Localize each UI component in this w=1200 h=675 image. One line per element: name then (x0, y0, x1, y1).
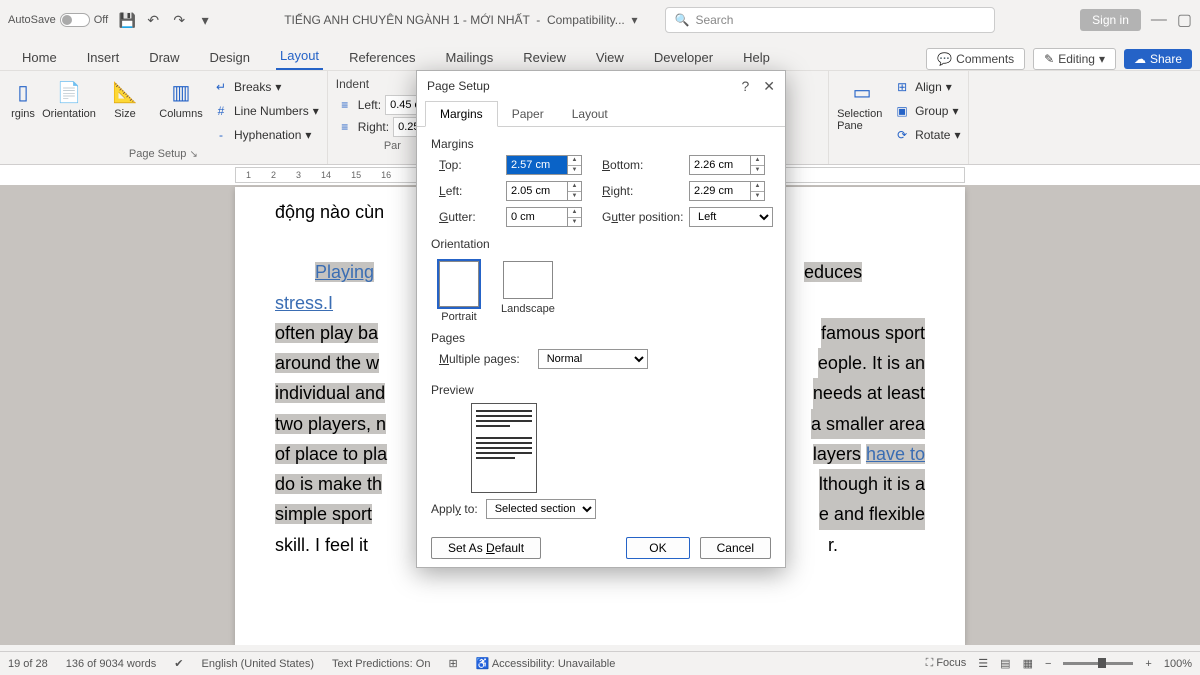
bottom-label: Bottom: (602, 158, 677, 172)
print-layout-icon[interactable]: ▤ (1000, 657, 1010, 670)
zoom-slider[interactable] (1063, 662, 1133, 665)
apply-to-select[interactable]: Selected sections (486, 499, 596, 519)
close-icon[interactable]: ✕ (763, 78, 775, 95)
orientation-button[interactable]: 📄Orientation (44, 74, 94, 120)
focus-button[interactable]: ⛶ Focus (926, 657, 967, 670)
selection-pane-button[interactable]: ▭Selection Pane (837, 74, 887, 132)
tab-review[interactable]: Review (519, 45, 570, 70)
gutter-input[interactable] (506, 207, 568, 227)
tab-insert[interactable]: Insert (83, 45, 124, 70)
zoom-in-icon[interactable]: + (1145, 658, 1151, 670)
rotate-button[interactable]: ⟳Rotate ▾ (893, 124, 960, 146)
multiple-pages-label: Multiple pages: (439, 352, 520, 366)
portrait-option[interactable]: Portrait (435, 257, 483, 327)
margin-right-input[interactable] (689, 181, 751, 201)
size-button[interactable]: 📐Size (100, 74, 150, 120)
search-input[interactable]: 🔍 Search (665, 7, 995, 33)
status-words[interactable]: 136 of 9034 words (66, 658, 157, 670)
group-page-setup: Page Setup ↘ (8, 146, 319, 162)
autosave-toggle[interactable]: AutoSave Off (8, 13, 108, 27)
top-label: Top: (439, 158, 494, 172)
dialog-tab-margins[interactable]: Margins (425, 101, 498, 127)
group-button[interactable]: ▣Group ▾ (893, 100, 960, 122)
ok-button[interactable]: OK (626, 537, 689, 559)
tab-mailings[interactable]: Mailings (442, 45, 498, 70)
line-numbers-button[interactable]: #Line Numbers ▾ (212, 100, 319, 122)
gutter-position-select[interactable]: Left (689, 207, 773, 227)
save-icon[interactable]: 💾 (116, 9, 138, 31)
spelling-icon[interactable]: ✔ (174, 657, 183, 670)
web-layout-icon[interactable]: ▦ (1023, 657, 1033, 670)
search-icon: 🔍 (674, 13, 689, 27)
tab-references[interactable]: References (345, 45, 419, 70)
gutter-label: Gutter: (439, 210, 494, 224)
apply-to-label: Apply to: (431, 502, 478, 516)
status-page[interactable]: 19 of 28 (8, 658, 48, 670)
status-predictions[interactable]: Text Predictions: On (332, 658, 430, 670)
preview-icon (471, 403, 537, 493)
zoom-out-icon[interactable]: − (1045, 658, 1051, 670)
status-display[interactable]: ⊞ (448, 657, 457, 670)
page-setup-dialog: Page Setup ? ✕ Margins Paper Layout Marg… (416, 70, 786, 568)
orientation-section: Orientation (431, 237, 771, 251)
share-button[interactable]: ☁ Share (1124, 49, 1192, 69)
hyphenation-button[interactable]: -Hyphenation ▾ (212, 124, 319, 146)
dialog-tab-layout[interactable]: Layout (558, 102, 622, 126)
tab-help[interactable]: Help (739, 45, 774, 70)
right-label: Right: (602, 184, 677, 198)
document-title: TIẾNG ANH CHUYÊN NGÀNH 1 - MỚI NHẤT - Co… (284, 13, 637, 27)
margin-bottom-input[interactable] (689, 155, 751, 175)
redo-icon[interactable]: ↷ (168, 9, 190, 31)
set-as-default-button[interactable]: Set As Default (431, 537, 541, 559)
left-label: Left: (439, 184, 494, 198)
read-mode-icon[interactable]: ☰ (978, 657, 988, 670)
editing-button[interactable]: ✎ Editing ▾ (1033, 48, 1116, 70)
preview-section: Preview (431, 383, 771, 397)
tab-draw[interactable]: Draw (145, 45, 183, 70)
indent-left-icon: ≡ (336, 96, 354, 114)
tab-view[interactable]: View (592, 45, 628, 70)
undo-icon[interactable]: ↶ (142, 9, 164, 31)
margins-button[interactable]: ▯rgins (8, 74, 38, 120)
multiple-pages-select[interactable]: Normal (538, 349, 648, 369)
dialog-title: Page Setup (427, 79, 490, 93)
dialog-tab-paper[interactable]: Paper (498, 102, 558, 126)
margins-section: Margins (431, 137, 771, 151)
tab-design[interactable]: Design (206, 45, 254, 70)
margin-left-input[interactable] (506, 181, 568, 201)
landscape-option[interactable]: Landscape (497, 257, 559, 327)
tab-home[interactable]: Home (18, 45, 61, 70)
tab-layout[interactable]: Layout (276, 43, 323, 70)
signin-button[interactable]: Sign in (1080, 9, 1141, 31)
help-icon[interactable]: ? (741, 78, 749, 95)
pages-section: Pages (431, 331, 771, 345)
cancel-button[interactable]: Cancel (700, 537, 771, 559)
zoom-level[interactable]: 100% (1164, 658, 1192, 670)
minimize-icon[interactable]: — (1151, 11, 1167, 29)
restore-icon[interactable]: ▢ (1177, 10, 1192, 30)
margin-top-input[interactable] (506, 155, 568, 175)
comments-button[interactable]: 💬 Comments (926, 48, 1025, 70)
columns-button[interactable]: ▥Columns (156, 74, 206, 120)
tab-developer[interactable]: Developer (650, 45, 717, 70)
align-button[interactable]: ⊞Align ▾ (893, 76, 960, 98)
status-accessibility[interactable]: ♿ Accessibility: Unavailable (476, 657, 616, 670)
status-language[interactable]: English (United States) (202, 658, 315, 670)
breaks-button[interactable]: ↵Breaks ▾ (212, 76, 319, 98)
qat-more-icon[interactable]: ▾ (194, 9, 216, 31)
gutter-pos-label: Gutter position: (602, 210, 677, 224)
indent-right-icon: ≡ (336, 118, 354, 136)
